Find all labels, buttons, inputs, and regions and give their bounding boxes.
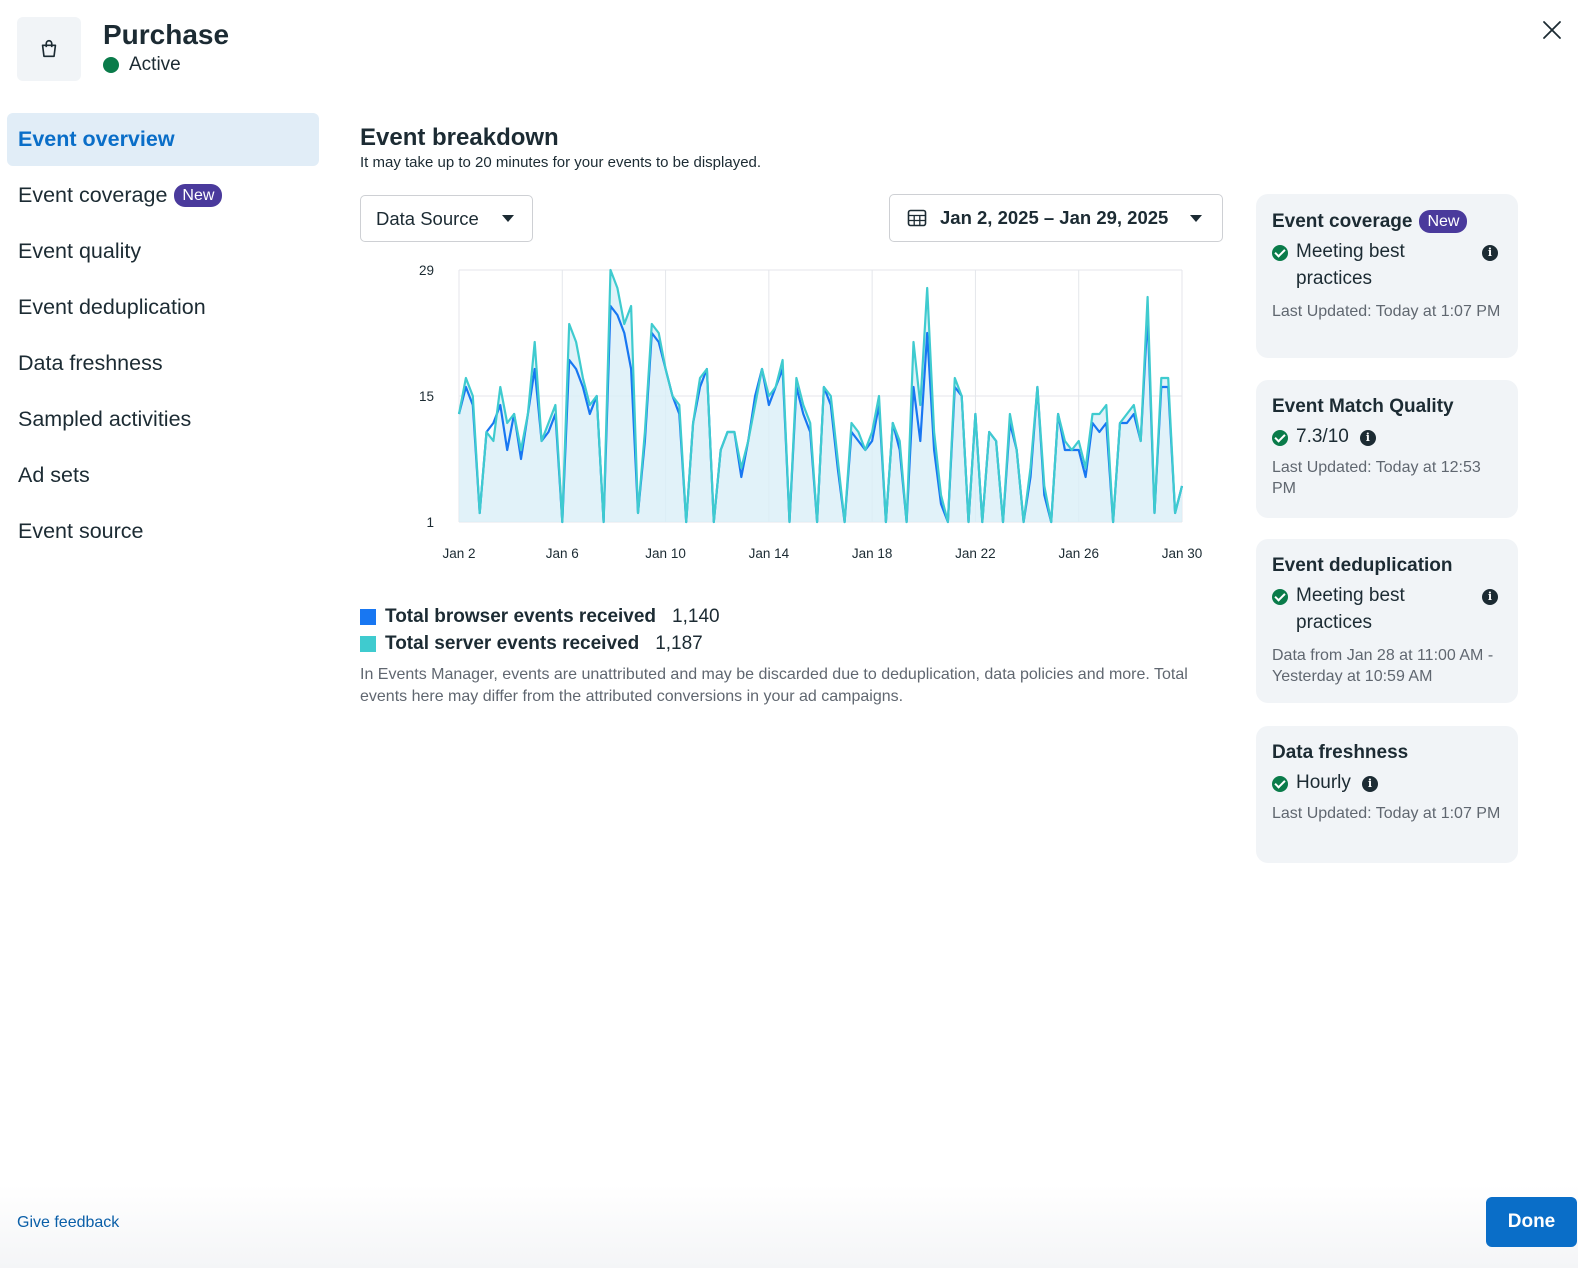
- sidebar-item-label: Ad sets: [18, 463, 90, 487]
- x-tick-label: Jan 18: [852, 546, 893, 561]
- legend-item-browser: Total browser events received 1,140: [360, 603, 720, 630]
- y-tick-label: 29: [419, 263, 434, 278]
- legend-swatch-browser: [360, 608, 376, 625]
- events-chart: Jan 2 Jan 6 Jan 10 Jan 14 Jan 18 Jan 22 Jan 26…: [419, 263, 1203, 561]
- card-title: Event Match Quality: [1272, 396, 1454, 417]
- chart-legend: Total browser events received 1,140 Tota…: [360, 603, 720, 657]
- sidebar-item-label: Event quality: [18, 239, 142, 263]
- date-range-picker[interactable]: Jan 2, 2025 – Jan 29, 2025: [889, 194, 1223, 242]
- card-status: Meeting best practices: [1296, 241, 1405, 289]
- info-icon[interactable]: i: [1359, 430, 1376, 446]
- status-text: Active: [129, 54, 181, 75]
- card-status-row: Meeting best practices i: [1272, 585, 1502, 636]
- sidebar-item-label: Event deduplication: [18, 295, 206, 319]
- legend-item-server: Total server events received 1,187: [360, 630, 720, 657]
- y-tick-label: 15: [419, 389, 434, 404]
- give-feedback-link[interactable]: Give feedback: [17, 1214, 119, 1232]
- card-title: Event deduplication: [1272, 555, 1453, 576]
- card-meta: Data from Jan 28 at 11:00 AM - Yesterday…: [1272, 647, 1494, 685]
- card-meta: Last Updated: Today at 12:53 PM: [1272, 459, 1481, 497]
- shopping-bag-icon: [41, 39, 57, 58]
- x-tick-label: Jan 6: [546, 546, 579, 561]
- status-dot: [103, 57, 119, 73]
- legend-label: Total browser events received: [385, 605, 657, 627]
- x-tick-label: Jan 26: [1058, 546, 1099, 561]
- card-event-deduplication[interactable]: Event deduplication Meeting best practic…: [1256, 539, 1518, 703]
- legend-value: 1,140: [672, 605, 720, 627]
- x-tick-label: Jan 2: [442, 546, 475, 561]
- card-status-row: Meeting best practices i: [1272, 241, 1502, 292]
- x-tick-label: Jan 22: [955, 546, 996, 561]
- card-status-row: Hourly i: [1272, 772, 1502, 794]
- check-circle-icon: [1272, 245, 1288, 261]
- sidebar-item-event-source[interactable]: Event source: [7, 505, 319, 558]
- y-tick-label: 1: [426, 515, 434, 530]
- card-event-match-quality[interactable]: Event Match Quality 7.3/10 i Last Update…: [1256, 380, 1518, 518]
- sidebar-item-event-coverage[interactable]: Event coverage New: [7, 169, 319, 222]
- card-title: Event coverage New: [1272, 210, 1502, 233]
- info-icon[interactable]: i: [1361, 776, 1378, 792]
- card-meta: Last Updated: Today at 1:07 PM: [1272, 303, 1501, 320]
- legend-label: Total server events received: [385, 632, 640, 654]
- card-status: Meeting best practices: [1296, 585, 1405, 633]
- sidebar-item-event-deduplication[interactable]: Event deduplication: [7, 281, 319, 334]
- sidebar-item-label: Data freshness: [18, 351, 163, 375]
- disclaimer-text: In Events Manager, events are unattribut…: [360, 666, 1188, 705]
- sidebar-item-event-overview[interactable]: Event overview: [7, 113, 319, 166]
- purchase-event-icon-box: [17, 17, 81, 81]
- close-icon[interactable]: [1540, 18, 1564, 42]
- x-tick-label: Jan 14: [749, 546, 790, 561]
- legend-value: 1,187: [655, 632, 703, 654]
- new-badge: New: [1419, 210, 1468, 233]
- new-badge: New: [174, 184, 223, 207]
- check-circle-icon: [1272, 589, 1288, 605]
- card-data-freshness[interactable]: Data freshness Hourly i Last Updated: To…: [1256, 726, 1518, 863]
- data-source-dropdown[interactable]: Data Source: [360, 195, 533, 242]
- done-button[interactable]: Done: [1486, 1197, 1577, 1247]
- section-title: Event breakdown: [360, 124, 559, 151]
- sidebar-item-label: Sampled activities: [18, 407, 192, 431]
- section-subtitle: It may take up to 20 minutes for your ev…: [360, 154, 762, 171]
- check-circle-icon: [1272, 776, 1288, 792]
- x-tick-label: Jan 10: [645, 546, 686, 561]
- check-circle-icon: [1272, 430, 1288, 446]
- card-event-coverage[interactable]: Event coverage New Meeting best practice…: [1256, 194, 1518, 358]
- card-meta: Last Updated: Today at 1:07 PM: [1272, 805, 1501, 822]
- sidebar-item-label: Event coverage: [18, 183, 168, 207]
- sidebar-item-label: Event overview: [18, 127, 175, 151]
- footer-bar: [0, 1185, 1578, 1268]
- dropdown-label: Data Source: [376, 207, 479, 229]
- card-status: 7.3/10: [1296, 426, 1349, 447]
- sidebar-nav: Event overview Event coverage New Event …: [7, 113, 319, 561]
- calendar-icon: [907, 209, 927, 227]
- card-status: Hourly: [1296, 772, 1351, 793]
- caret-down-icon: [502, 215, 514, 222]
- card-title: Data freshness: [1272, 742, 1409, 763]
- date-range-text: Jan 2, 2025 – Jan 29, 2025: [940, 207, 1169, 228]
- info-icon[interactable]: i: [1482, 589, 1498, 605]
- x-tick-label: Jan 30: [1162, 546, 1203, 561]
- sidebar-item-data-freshness[interactable]: Data freshness: [7, 337, 319, 390]
- status-indicator: Active: [103, 54, 181, 76]
- card-title-text: Event coverage: [1272, 210, 1413, 232]
- page-title: Purchase: [103, 19, 230, 50]
- sidebar-item-ad-sets[interactable]: Ad sets: [7, 449, 319, 502]
- legend-swatch-server: [360, 635, 376, 652]
- sidebar-item-label: Event source: [18, 519, 144, 543]
- caret-down-icon: [1190, 215, 1202, 222]
- info-icon[interactable]: i: [1482, 245, 1498, 261]
- card-status-row: 7.3/10 i: [1272, 426, 1502, 448]
- sidebar-item-event-quality[interactable]: Event quality: [7, 225, 319, 278]
- sidebar-item-sampled-activities[interactable]: Sampled activities: [7, 393, 319, 446]
